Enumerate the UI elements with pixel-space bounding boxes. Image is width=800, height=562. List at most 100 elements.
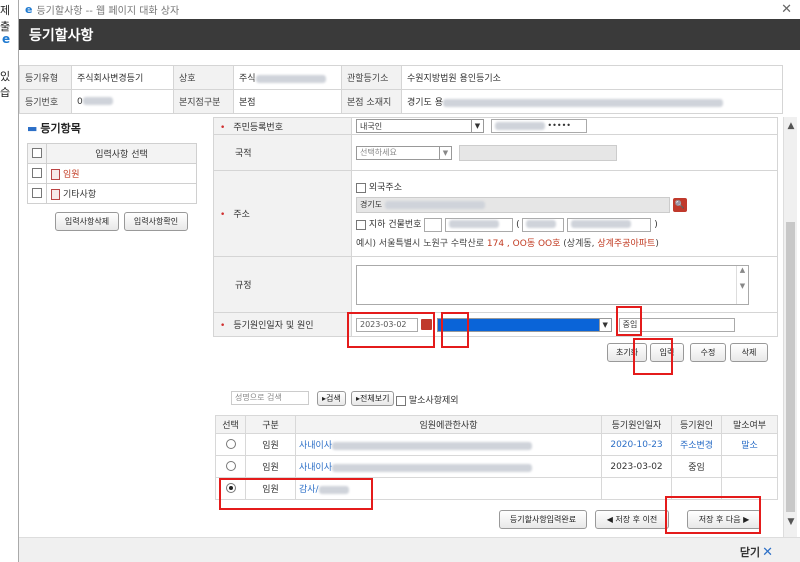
rrn-cell: 내국인 ▼ ••••• [351,117,778,135]
close-icon: ✕ [762,545,773,560]
cause-date-input[interactable]: 2023-03-02 [356,317,418,332]
type-value: 주식회사변경등기 [71,65,174,90]
row-radio[interactable] [225,461,236,472]
scroll-up-icon[interactable]: ▲ [784,121,798,131]
underground-checkbox[interactable] [356,219,366,230]
rule-textarea[interactable]: ▲ ▼ [356,264,749,305]
address-cell: 외국주소 경기도 🔍 지하 건물번호 ( ) 예시) 서울특별시 노원구 수락산… [351,170,778,257]
cause-text-input[interactable]: 중임 [618,317,735,332]
search-button[interactable]: ▸검색 [317,391,346,406]
textarea-scrollbar[interactable]: ▲ ▼ [736,265,748,304]
list-item[interactable]: 기타사항 [46,183,197,204]
document-icon [51,169,60,180]
officer-list-table: 선택 구분 임원에관한사항 등기원인일자 등기원인 말소여부 임원 사내이사 2… [215,415,778,500]
close-button[interactable]: 닫기 ✕ [740,544,773,560]
scroll-thumb[interactable] [786,222,795,512]
foreign-address-checkbox[interactable] [356,182,366,193]
delete-button[interactable]: 삭제 [730,343,768,362]
dong-input[interactable] [522,217,565,232]
title-bar: e 등기할사항 -- 웹 페이지 대화 상자 ✕ [19,0,800,19]
court-label: 관할등기소 [341,65,402,90]
item-checkbox-other[interactable] [32,188,42,199]
name-search-input[interactable]: 성명으로 검색 [231,391,309,405]
building-no-input-1[interactable] [424,217,443,232]
address-search-icon[interactable]: 🔍 [672,198,687,213]
company-name-value: 주식 [233,65,342,90]
branch-label: 본지점구분 [173,89,234,114]
dialog-footer: 닫기 ✕ [19,537,800,562]
main-form-area: • 주민등록번호 내국인 ▼ ••••• 국적 선택하세요 ▼ • 주소 외국주소 [213,117,783,537]
page-title: 등기할사항 [29,27,94,44]
complete-input-button[interactable]: 등기할사항입력완료 [499,510,587,529]
nationality-select[interactable]: 선택하세요 ▼ [356,145,452,160]
row-radio-selected[interactable] [225,483,236,494]
table-row[interactable]: 임원 감사/ [215,477,778,500]
calendar-icon[interactable] [420,319,432,330]
background-text-top: 제출 [0,4,11,33]
nationality-label: 국적 [213,134,352,171]
item-select-header: 입력사항 선택 [46,143,197,164]
nationality-input [458,144,617,161]
ie-icon: e [2,32,11,46]
cause-cell: 2023-03-02 ▼ 중임 [351,312,778,337]
row-radio[interactable] [225,439,236,450]
underground-label: 지하 [368,220,386,231]
address-value: 경기도 용 [401,89,783,114]
dialog-header: 등기할사항 [19,19,800,50]
confirm-items-button[interactable]: 입력사항확인 [124,212,188,231]
registration-items-panel: ▬ 등기항목 입력사항 선택 임원 기타사항 입력사항삭제 입력사항확인 [19,117,211,537]
exclude-canceled-option[interactable]: 말소사항제외 [396,393,459,406]
save-prev-button[interactable]: ◀ 저장 후 이전 [595,510,669,529]
list-item[interactable]: 임원 [46,163,197,184]
rrn-type-select[interactable]: 내국인 ▼ [356,119,484,133]
dialog-window: e 등기할사항 -- 웹 페이지 대화 상자 ✕ 등기할사항 등기유형 주식회사… [18,0,800,562]
officer-form-table: • 주민등록번호 내국인 ▼ ••••• 국적 선택하세요 ▼ • 주소 외국주소 [213,117,778,337]
table-row[interactable]: 임원 사내이사 2023-03-02 중임 [215,455,778,478]
item-select-table: 입력사항 선택 임원 기타사항 [27,143,197,204]
exclude-canceled-checkbox[interactable] [396,395,406,406]
address-form-label: • 주소 [213,170,352,257]
building-no-input-2[interactable] [445,217,514,232]
scroll-down-icon[interactable]: ▼ [784,517,798,527]
window-title: 등기할사항 -- 웹 페이지 대화 상자 [36,6,180,17]
delete-items-button[interactable]: 입력사항삭제 [55,212,119,231]
rule-label: 규정 [213,256,352,313]
close-icon[interactable]: ✕ [781,2,792,17]
branch-value: 본점 [233,89,342,114]
registration-info-table: 등기유형 주식회사변경등기 상호 주식 관할등기소 수원지방법원 용인등기소 등… [19,65,783,114]
court-value: 수원지방법원 용인등기소 [401,65,783,90]
select-all-cell [27,143,47,164]
reset-button[interactable]: 초기화 [607,343,647,362]
rrn-input[interactable]: ••••• [490,119,587,133]
building-name-input[interactable] [567,217,652,232]
type-label: 등기유형 [19,65,72,90]
vertical-scrollbar[interactable]: ▲ ▼ [783,117,797,537]
cause-select[interactable]: ▼ [436,317,612,332]
address-example: 예시) 서울특별시 노원구 수락산로 174 , OO동 OO호 (상계동, 상… [356,238,659,249]
item-checkbox-officer[interactable] [32,168,42,179]
background-text-mid: 있습 [0,70,11,99]
building-no-label: 건물번호 [388,220,422,231]
nationality-cell: 선택하세요 ▼ [351,134,778,171]
rule-cell: ▲ ▼ [351,256,778,313]
address-label: 본점 소재지 [341,89,402,114]
view-all-button[interactable]: ▸전체보기 [351,391,395,406]
select-all-checkbox[interactable] [32,148,42,159]
document-icon [51,189,60,200]
table-header-row: 선택 구분 임원에관한사항 등기원인일자 등기원인 말소여부 [215,415,778,434]
name-label: 상호 [173,65,234,90]
address-input[interactable]: 경기도 [356,197,670,214]
panel-title: ▬ 등기항목 [27,122,81,135]
cause-label: • 등기원인일자 및 원인 [213,312,352,337]
table-row[interactable]: 임원 사내이사 2020-10-23 주소변경 말소 [215,433,778,456]
regno-value: 0 [71,89,174,114]
edit-button[interactable]: 수정 [690,343,726,362]
foreign-address-label: 외국주소 [368,183,402,194]
input-button[interactable]: 입력 [650,343,684,362]
save-next-button[interactable]: 저장 후 다음 ▶ [687,510,761,529]
regno-label: 등기번호 [19,89,72,114]
arrow-right-icon: ▶ [743,515,750,524]
background-window: 제출 e 있습 [0,0,20,562]
arrow-left-icon: ◀ [606,515,613,524]
rrn-label: • 주민등록번호 [213,117,352,135]
